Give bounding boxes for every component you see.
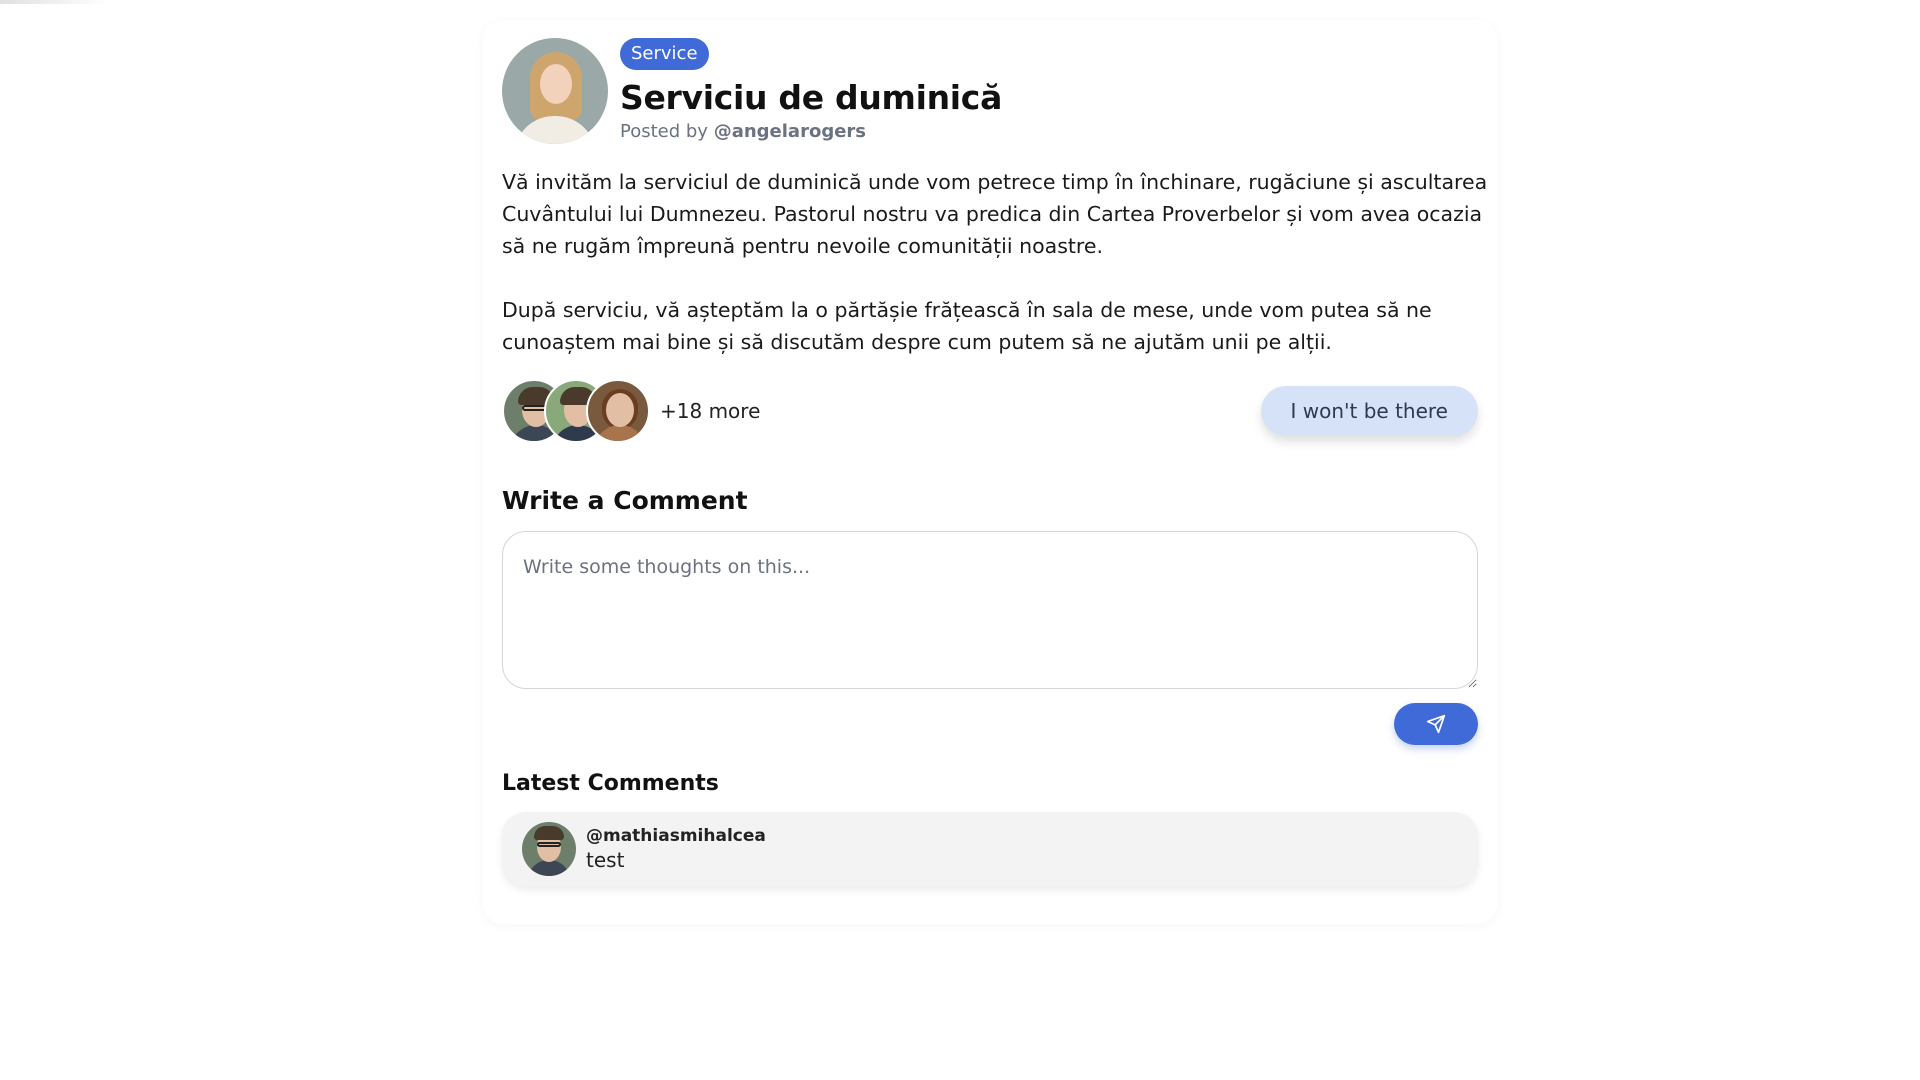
avatar-body (527, 860, 571, 876)
top-left-shadow (0, 0, 110, 4)
attendee-avatar[interactable] (586, 379, 650, 443)
attendee-avatars[interactable]: +18 more (502, 379, 760, 443)
posted-by-prefix: Posted by (620, 121, 708, 142)
comment-text: @mathiasmihalcea test (586, 826, 766, 872)
post-title: Serviciu de duminică (620, 78, 1003, 117)
posted-by: Posted by @angelarogers (620, 121, 1002, 142)
send-comment-button[interactable] (1394, 703, 1478, 745)
latest-comments-heading: Latest Comments (502, 771, 719, 796)
avatar-face (540, 64, 572, 104)
avatar-glasses (537, 842, 561, 847)
avatar-body (594, 425, 646, 441)
commenter-avatar[interactable] (522, 822, 576, 876)
send-icon (1426, 714, 1446, 734)
avatar-shoulders (514, 116, 596, 144)
comment-body: test (586, 848, 625, 872)
more-attendees-count[interactable]: +18 more (660, 399, 760, 423)
event-post-card: Service Serviciu de duminică Posted by @… (482, 20, 1498, 924)
author-handle-link[interactable]: @angelarogers (714, 121, 866, 142)
send-row (502, 703, 1478, 745)
comment-item: @mathiasmihalcea test (502, 812, 1478, 886)
author-avatar[interactable] (502, 38, 608, 144)
avatar-face (606, 393, 634, 427)
rsvp-not-attending-button[interactable]: I won't be there (1260, 386, 1478, 436)
post-header-text: Service Serviciu de duminică Posted by @… (620, 38, 1002, 142)
write-comment-heading: Write a Comment (502, 486, 748, 515)
post-paragraph: După serviciu, vă așteptăm la o părtășie… (502, 298, 1432, 354)
commenter-handle[interactable]: @mathiasmihalcea (586, 826, 766, 846)
post-header: Service Serviciu de duminică Posted by @… (502, 38, 1478, 146)
avatar-hair (534, 826, 564, 840)
comment-input[interactable] (502, 531, 1478, 689)
category-badge[interactable]: Service (620, 38, 709, 70)
post-paragraph: Vă invităm la serviciul de duminică unde… (502, 170, 1488, 258)
post-body: Vă invităm la serviciul de duminică unde… (502, 166, 1492, 358)
attendance-row: +18 more I won't be there (502, 378, 1478, 444)
